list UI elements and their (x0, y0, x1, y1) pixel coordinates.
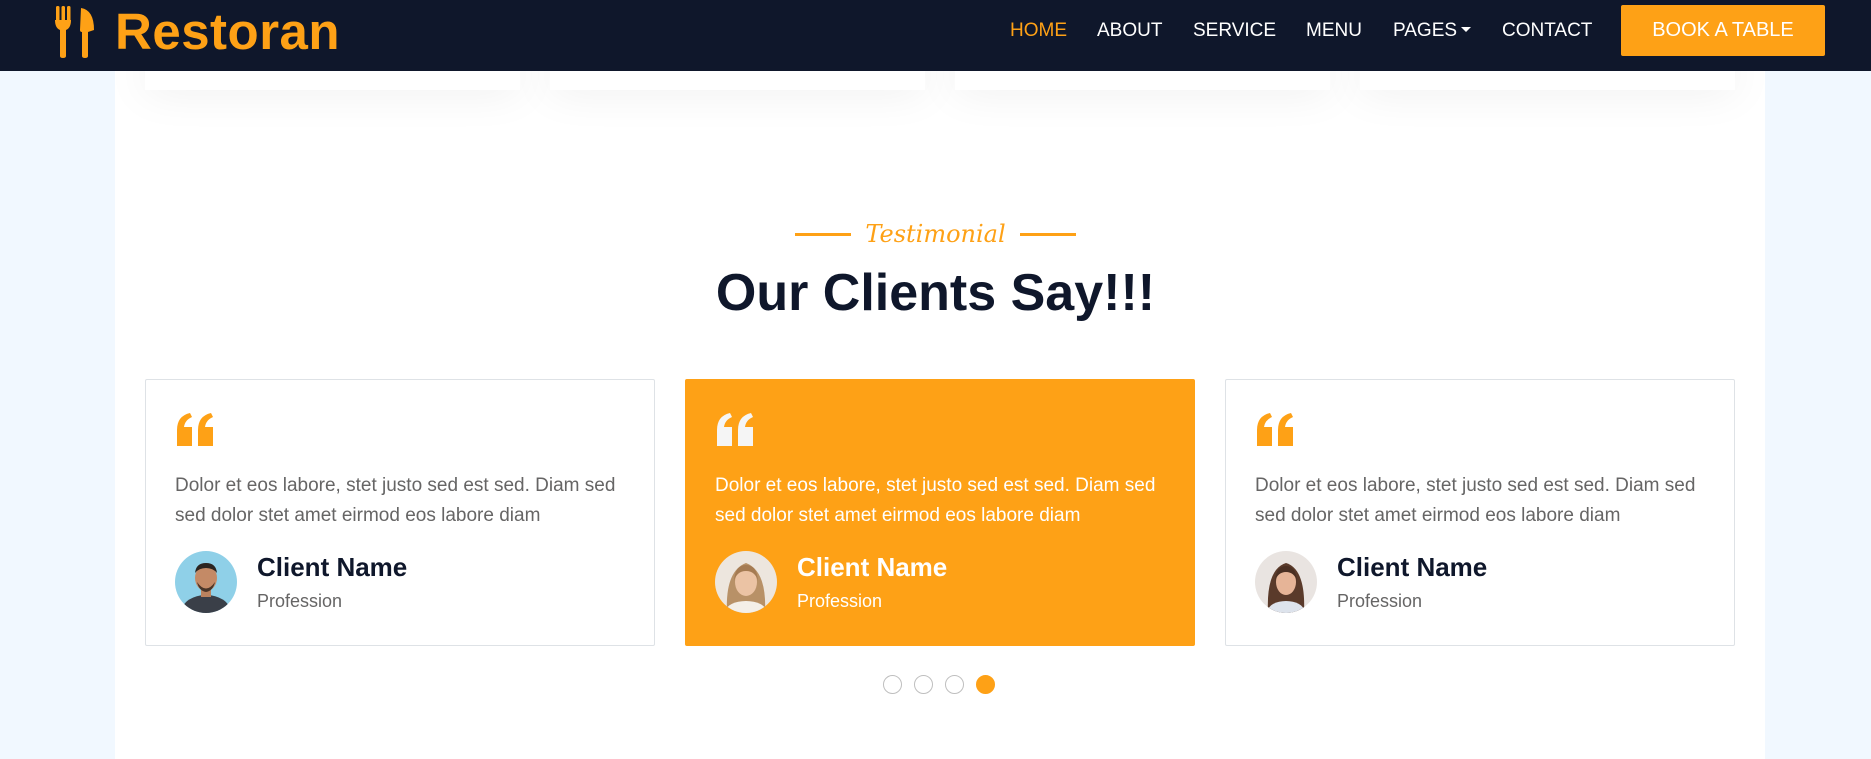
testimonial-card[interactable]: Dolor et eos labore, stet justo sed est … (145, 379, 655, 646)
caret-down-icon (1461, 26, 1472, 32)
carousel-dots (0, 675, 1871, 695)
testimonial-text: Dolor et eos labore, stet justo sed est … (1255, 475, 1696, 526)
client-avatar (1255, 551, 1317, 613)
client-profession: Profession (797, 591, 883, 611)
subtitle-line-right (1019, 232, 1076, 236)
client-avatar (715, 551, 777, 613)
carousel-dot[interactable] (945, 675, 964, 694)
book-table-button[interactable]: BOOK A TABLE (1621, 5, 1825, 56)
quote-icon (1255, 412, 1296, 447)
nav-contact-link[interactable]: CONTACT (1502, 20, 1592, 42)
client-name: Client Name (797, 552, 948, 582)
carousel-dot[interactable] (914, 675, 933, 694)
client-profession: Profession (257, 591, 343, 611)
carousel-dot-active[interactable] (976, 675, 995, 694)
nav-pages-dropdown[interactable]: PAGES (1393, 20, 1472, 42)
carousel-dot[interactable] (883, 675, 902, 694)
testimonial-card[interactable]: Dolor et eos labore, stet justo sed est … (1225, 379, 1735, 646)
subtitle-text: Testimonial (865, 220, 1006, 248)
testimonial-card-active[interactable]: Dolor et eos labore, stet justo sed est … (685, 379, 1195, 646)
nav-about-link[interactable]: ABOUT (1097, 20, 1162, 42)
subtitle-line-left (795, 232, 852, 236)
client-profession: Profession (1337, 591, 1423, 611)
nav-home-link[interactable]: HOME (1010, 20, 1067, 42)
client-name: Client Name (1337, 552, 1488, 582)
nav-pages-label: PAGES (1393, 20, 1458, 41)
section-title: Our Clients Say!!! (715, 264, 1156, 322)
nav-links: HOME ABOUT SERVICE MENU PAGES CONTACT (0, 0, 1871, 61)
testimonial-text: Dolor et eos labore, stet justo sed est … (715, 475, 1156, 526)
quote-icon (715, 412, 756, 447)
navbar: Restoran HOME ABOUT SERVICE MENU PAGES C… (0, 0, 1871, 71)
nav-menu-link[interactable]: MENU (1306, 20, 1362, 42)
client-name: Client Name (257, 552, 408, 582)
section-subtitle: Testimonial (0, 219, 1871, 249)
testimonial-text: Dolor et eos labore, stet justo sed est … (175, 475, 616, 526)
nav-service-link[interactable]: SERVICE (1193, 20, 1276, 42)
quote-icon (175, 412, 216, 447)
client-avatar (175, 551, 237, 613)
